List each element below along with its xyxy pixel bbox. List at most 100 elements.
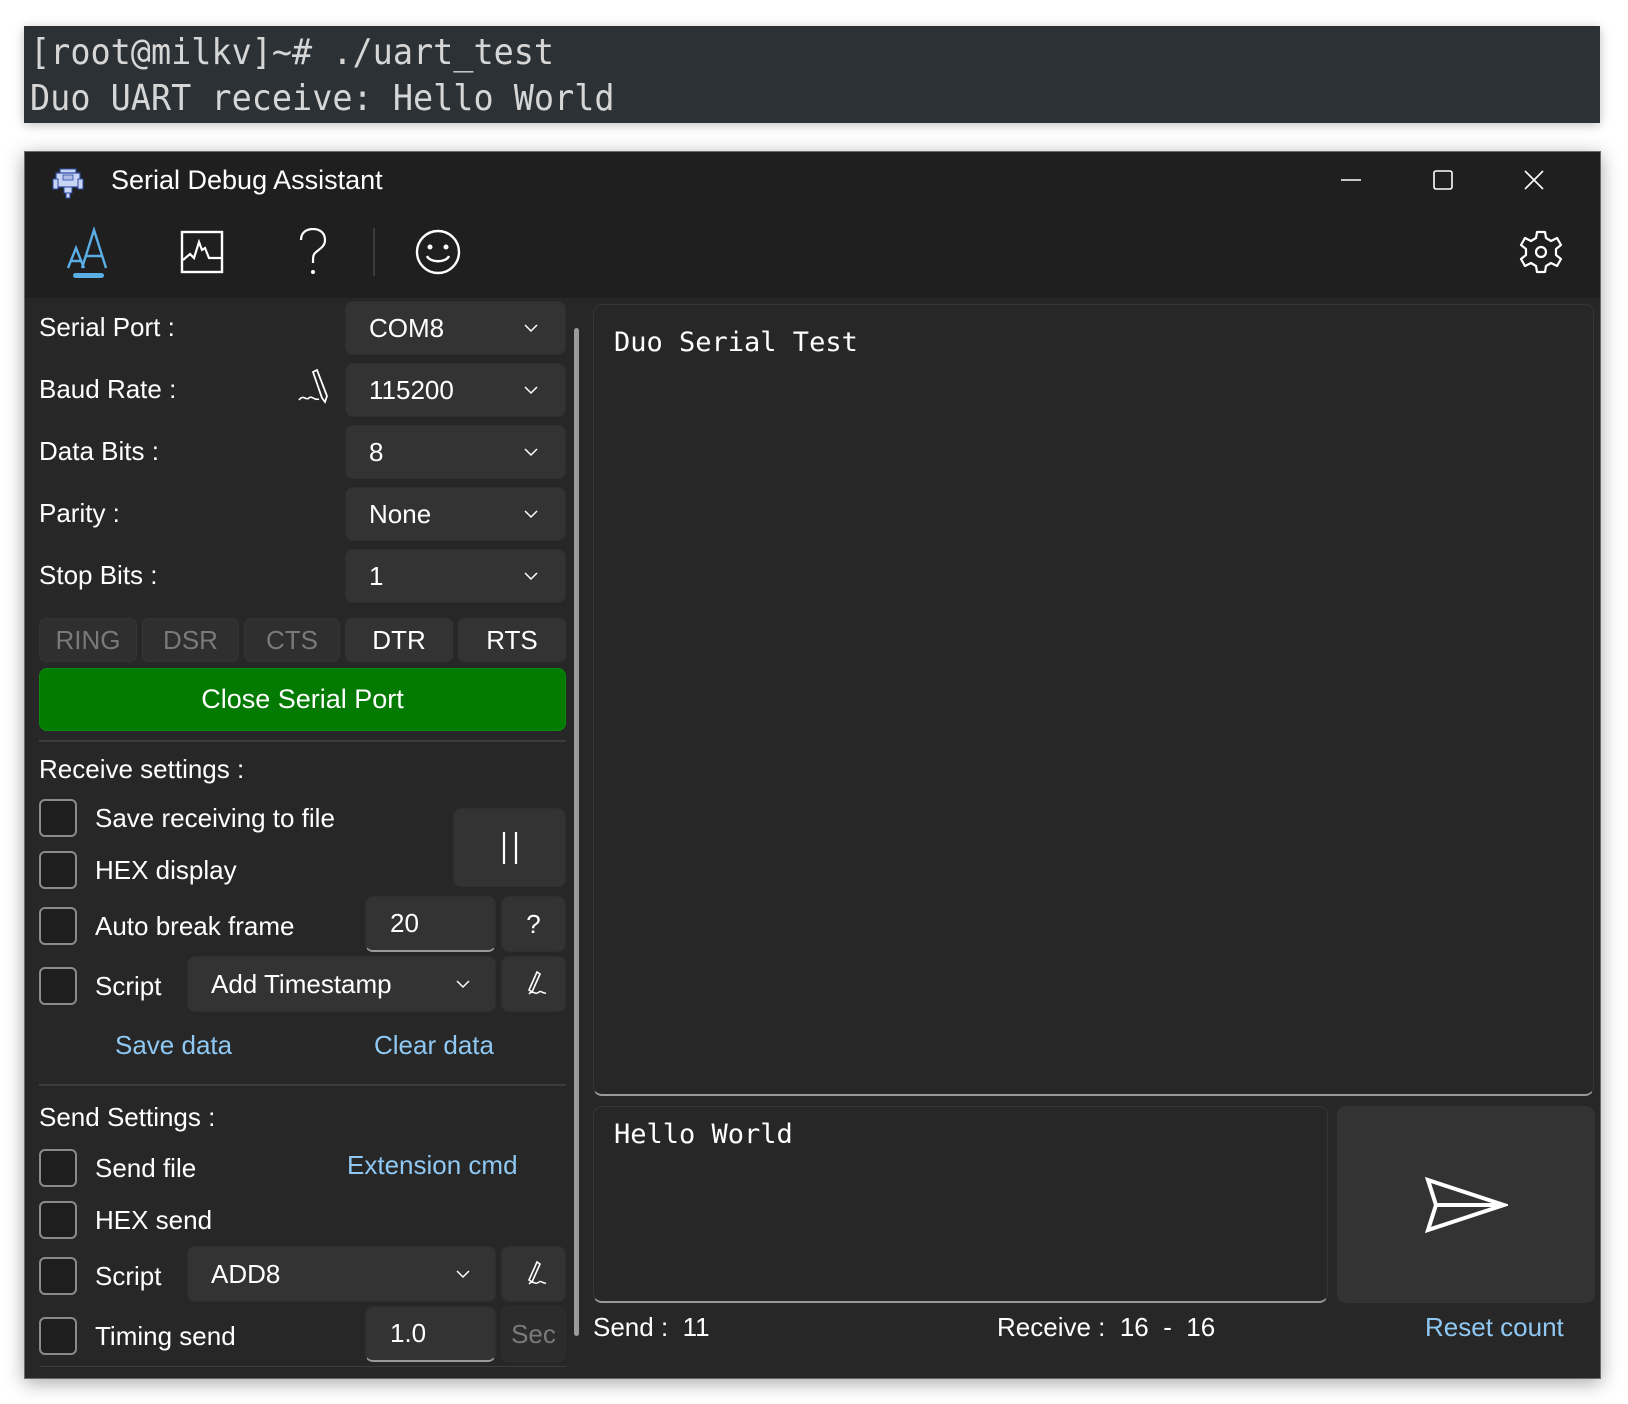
pause-icon bbox=[502, 831, 517, 864]
send-script-value: ADD8 bbox=[211, 1258, 281, 1289]
rts-toggle[interactable]: RTS bbox=[458, 618, 566, 662]
settings-button[interactable] bbox=[1511, 222, 1571, 282]
timing-send-label: Timing send bbox=[95, 1320, 236, 1351]
ring-signal: RING bbox=[39, 618, 137, 662]
font-aa-icon bbox=[66, 226, 108, 278]
pen-signature-icon bbox=[527, 1260, 546, 1285]
minimize-icon bbox=[1341, 179, 1361, 181]
chevron-down-icon bbox=[456, 980, 470, 989]
serial-port-label: Serial Port : bbox=[39, 312, 175, 342]
pen-signature-icon bbox=[527, 970, 546, 995]
maximize-button[interactable] bbox=[1413, 158, 1473, 202]
baud-rate-select[interactable]: 115200 bbox=[345, 363, 566, 417]
hex-send-checkbox-row[interactable]: HEX send bbox=[39, 1200, 212, 1240]
chevron-down-icon bbox=[456, 1270, 470, 1279]
save-receiving-label: Save receiving to file bbox=[95, 802, 335, 833]
save-data-link[interactable]: Save data bbox=[115, 1030, 232, 1061]
receive-settings-title: Receive settings : bbox=[39, 754, 245, 784]
maximize-icon bbox=[1433, 170, 1453, 190]
timing-send-checkbox[interactable] bbox=[39, 1317, 77, 1355]
window-title: Serial Debug Assistant bbox=[111, 165, 383, 195]
send-button[interactable] bbox=[1337, 1106, 1595, 1303]
baud-rate-label: Baud Rate : bbox=[39, 374, 177, 404]
dtr-toggle[interactable]: DTR bbox=[345, 618, 453, 662]
stop-bits-label: Stop Bits : bbox=[39, 560, 158, 590]
chevron-down-icon bbox=[524, 448, 538, 457]
pause-button[interactable] bbox=[453, 808, 566, 887]
clear-data-link[interactable]: Clear data bbox=[374, 1030, 494, 1061]
chart-mode-button[interactable] bbox=[172, 222, 232, 282]
receive-textarea[interactable]: Duo Serial Test bbox=[593, 304, 1594, 1096]
hex-send-checkbox[interactable] bbox=[39, 1201, 77, 1239]
hex-display-checkbox-row[interactable]: HEX display bbox=[39, 850, 237, 890]
send-file-checkbox[interactable] bbox=[39, 1149, 77, 1187]
send-script-label: Script bbox=[95, 1260, 162, 1291]
send-file-label: Send file bbox=[95, 1152, 197, 1183]
receive-script-checkbox-row[interactable]: Script bbox=[39, 966, 161, 1006]
chevron-down-icon bbox=[524, 324, 538, 333]
send-textarea[interactable]: Hello World bbox=[593, 1106, 1328, 1303]
settings-scrollbar[interactable] bbox=[574, 328, 579, 1336]
hex-display-label: HEX display bbox=[95, 854, 237, 885]
receive-script-edit-button[interactable] bbox=[501, 956, 566, 1012]
waveform-chart-icon bbox=[180, 230, 224, 274]
toolbar bbox=[25, 210, 1600, 298]
help-button[interactable] bbox=[283, 222, 343, 282]
stop-bits-select[interactable]: 1 bbox=[345, 549, 566, 603]
data-bits-value: 8 bbox=[369, 436, 384, 467]
close-button[interactable] bbox=[1504, 158, 1564, 202]
question-icon bbox=[299, 228, 327, 274]
timing-send-checkbox-row[interactable]: Timing send bbox=[39, 1316, 236, 1356]
auto-break-help-button[interactable]: ? bbox=[501, 896, 566, 952]
save-receiving-checkbox-row[interactable]: Save receiving to file bbox=[39, 798, 335, 838]
receive-count: Receive : 16 - 16 bbox=[997, 1312, 1216, 1342]
send-script-select[interactable]: ADD8 bbox=[187, 1246, 496, 1302]
pen-signature-icon bbox=[298, 368, 328, 404]
minimize-button[interactable] bbox=[1321, 158, 1381, 202]
close-serial-port-button[interactable]: Close Serial Port bbox=[39, 668, 566, 731]
send-script-checkbox[interactable] bbox=[39, 1257, 77, 1295]
receive-script-checkbox[interactable] bbox=[39, 967, 77, 1005]
feedback-button[interactable] bbox=[408, 222, 468, 282]
send-script-edit-button[interactable] bbox=[501, 1246, 566, 1302]
extension-cmd-link[interactable]: Extension cmd bbox=[347, 1150, 518, 1181]
smiley-icon bbox=[415, 229, 461, 275]
serial-debug-window: Serial Debug Assistant Serial Port: COM… bbox=[24, 151, 1601, 1379]
baud-rate-edit-button[interactable] bbox=[297, 368, 331, 404]
chevron-down-icon bbox=[524, 386, 538, 395]
auto-break-input[interactable]: 20 bbox=[365, 896, 496, 952]
hex-display-checkbox[interactable] bbox=[39, 851, 77, 889]
settings-panel: Serial Port : COM8 Baud Rate : 115200 Da… bbox=[25, 298, 585, 1378]
parity-value: None bbox=[369, 498, 432, 529]
stop-bits-value: 1 bbox=[369, 560, 384, 591]
timing-send-input[interactable]: 1.0 bbox=[365, 1306, 496, 1362]
section-divider bbox=[39, 1084, 566, 1086]
receive-script-select[interactable]: Add Timestamp bbox=[187, 956, 496, 1012]
serial-port-value: COM8 bbox=[369, 312, 445, 343]
send-file-checkbox-row[interactable]: Send file bbox=[39, 1148, 196, 1188]
reset-count-link[interactable]: Reset count bbox=[1425, 1312, 1564, 1343]
data-bits-label: Data Bits : bbox=[39, 436, 159, 466]
parity-select[interactable]: None bbox=[345, 487, 566, 541]
receive-text: Duo Serial Test bbox=[614, 327, 858, 358]
terminal-line: [root@milkv]~# ./uart_test bbox=[30, 32, 555, 73]
question-icon: ? bbox=[526, 908, 541, 939]
serial-port-select[interactable]: COM8 bbox=[345, 301, 566, 355]
dsr-signal: DSR bbox=[142, 618, 239, 662]
auto-break-label: Auto break frame bbox=[95, 910, 295, 941]
gear-icon bbox=[1519, 230, 1563, 274]
save-receiving-checkbox[interactable] bbox=[39, 799, 77, 837]
cts-signal: CTS bbox=[244, 618, 340, 662]
receive-script-label: Script bbox=[95, 970, 162, 1001]
auto-break-checkbox[interactable] bbox=[39, 907, 77, 945]
text-mode-button[interactable] bbox=[60, 222, 120, 282]
send-script-checkbox-row[interactable]: Script bbox=[39, 1256, 161, 1296]
data-bits-select[interactable]: 8 bbox=[345, 425, 566, 479]
auto-break-checkbox-row[interactable]: Auto break frame bbox=[39, 906, 294, 946]
toolbar-divider bbox=[373, 228, 375, 276]
terminal-output: [root@milkv]~# ./uart_test Duo UART rece… bbox=[24, 26, 1600, 123]
hex-send-label: HEX send bbox=[95, 1204, 213, 1235]
chevron-down-icon bbox=[524, 510, 538, 519]
title-bar[interactable]: Serial Debug Assistant bbox=[25, 152, 1600, 210]
send-count: Send : 11 bbox=[593, 1312, 710, 1342]
